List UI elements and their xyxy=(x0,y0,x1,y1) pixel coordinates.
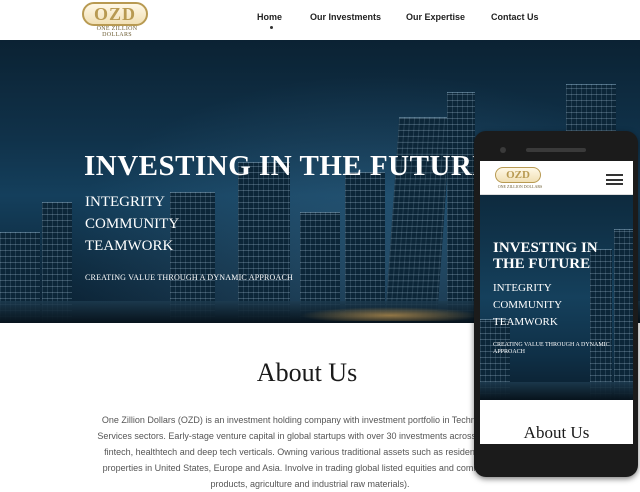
mobile-hero-tagline: CREATING VALUE THROUGH A DYNAMIC APPROAC… xyxy=(493,342,610,355)
mobile-value-community: COMMUNITY xyxy=(493,299,563,311)
mobile-hero: INVESTING IN THE FUTURE INTEGRITY COMMUN… xyxy=(480,195,633,400)
mobile-header: OZD ONE ZILLION DOLLARS xyxy=(480,161,633,195)
hamburger-menu-icon[interactable] xyxy=(606,174,623,185)
city-lights xyxy=(300,307,480,321)
skyline-tower xyxy=(447,92,475,323)
nav-home[interactable]: Home xyxy=(257,12,282,22)
nav-our-investments[interactable]: Our Investments xyxy=(310,12,381,22)
mobile-value-integrity: INTEGRITY xyxy=(493,282,552,294)
hero-title: INVESTING IN THE FUTURE xyxy=(84,150,493,182)
value-integrity: INTEGRITY xyxy=(85,194,165,210)
phone-screen: OZD ONE ZILLION DOLLARS INVESTING IN THE… xyxy=(480,161,633,444)
mobile-logo[interactable]: OZD ONE ZILLION DOLLARS xyxy=(495,167,545,189)
mobile-about-title: About Us xyxy=(523,423,590,442)
phone-mockup: OZD ONE ZILLION DOLLARS INVESTING IN THE… xyxy=(474,131,638,477)
about-line: products, agriculture and industrial raw… xyxy=(210,479,410,489)
phone-camera-icon xyxy=(500,147,506,153)
mobile-logo-mark: OZD xyxy=(495,167,541,183)
site-header: OZD ONE ZILLION DOLLARS Home Our Investm… xyxy=(0,0,640,41)
hero-values: INTEGRITY COMMUNITY TEAMWORK xyxy=(85,191,179,257)
value-community: COMMUNITY xyxy=(85,216,180,232)
nav-our-expertise[interactable]: Our Expertise xyxy=(406,12,465,22)
skyline-building xyxy=(238,162,290,323)
mobile-waterfront xyxy=(480,382,633,400)
mobile-hero-values: INTEGRITY COMMUNITY TEAMWORK xyxy=(493,280,562,331)
nav-contact-us[interactable]: Contact Us xyxy=(491,12,539,22)
mobile-hero-title: INVESTING IN THE FUTURE xyxy=(493,240,598,272)
mobile-logo-subtitle: ONE ZILLION DOLLARS xyxy=(497,184,543,189)
value-teamwork: TEAMWORK xyxy=(85,238,174,254)
mobile-value-teamwork: TEAMWORK xyxy=(493,316,558,328)
active-indicator-dot xyxy=(270,26,273,29)
hero-tagline: CREATING VALUE THROUGH A DYNAMIC APPROAC… xyxy=(85,273,294,282)
main-nav: Home Our Investments Our Expertise Conta… xyxy=(0,12,640,32)
phone-speaker xyxy=(526,148,586,152)
